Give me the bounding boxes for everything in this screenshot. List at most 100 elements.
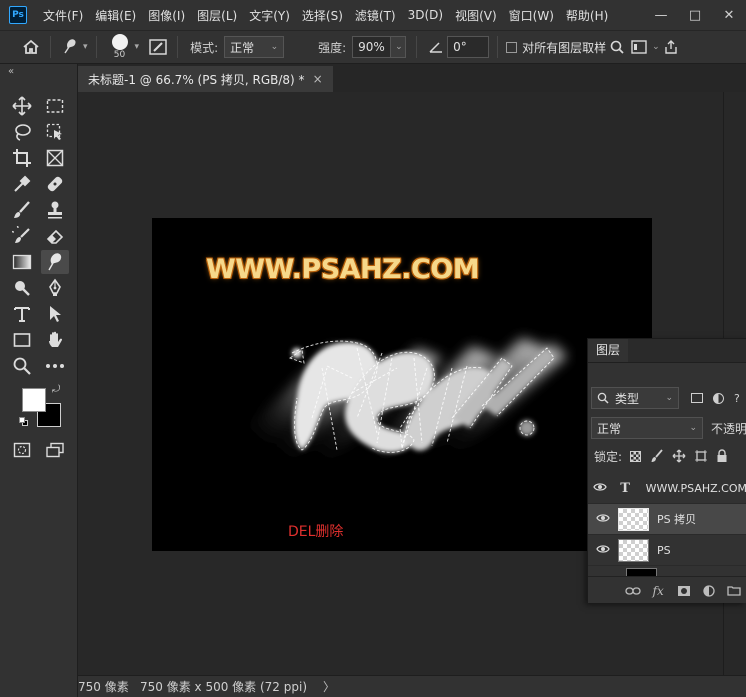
maximize-button[interactable]: □ (678, 8, 712, 23)
eyedropper-tool-icon[interactable] (8, 172, 36, 196)
lock-label: 锁定: (594, 449, 623, 464)
eye-visibility-icon[interactable] (588, 481, 612, 495)
menu-help[interactable]: 帮助(H) (560, 7, 614, 24)
menu-filter[interactable]: 滤镜(T) (349, 7, 402, 24)
rectangle-tool-icon[interactable] (8, 328, 36, 352)
adjustment-layer-icon[interactable] (696, 584, 721, 597)
layer-filter-select[interactable]: 类型 ⌄ (591, 387, 679, 409)
lock-pixels-icon[interactable] (650, 449, 664, 463)
menu-select[interactable]: 选择(S) (296, 7, 349, 24)
gradient-tool-icon[interactable] (8, 250, 36, 274)
swap-colors-icon[interactable]: ⤾ (52, 384, 60, 395)
mode-select[interactable]: 正常 ⌄ (224, 36, 285, 58)
eye-visibility-icon[interactable] (588, 543, 618, 557)
default-colors-icon[interactable] (19, 417, 29, 427)
chevron-down-icon[interactable]: ▾ (83, 42, 88, 52)
menu-edit[interactable]: 编辑(E) (89, 7, 142, 24)
document-tab-title: 未标题-1 @ 66.7% (PS 拷贝, RGB/8) * (88, 72, 305, 87)
brush-size-value: 50 (113, 50, 126, 60)
strength-input[interactable]: 90% (352, 36, 391, 58)
photoshop-logo-icon: Ps (9, 6, 27, 24)
crop-tool-icon[interactable] (8, 146, 36, 170)
menu-type[interactable]: 文字(Y) (243, 7, 296, 24)
lock-artboard-icon[interactable] (694, 449, 708, 463)
hand-tool-icon[interactable] (41, 328, 69, 352)
layer-row-text[interactable]: T WWW.PSAHZ.COM (588, 473, 746, 504)
menu-bar: Ps 文件(F) 编辑(E) 图像(I) 图层(L) 文字(Y) 选择(S) 滤… (0, 0, 746, 30)
add-mask-icon[interactable] (671, 585, 696, 597)
status-menu-arrow[interactable]: 〉 (323, 678, 335, 695)
healing-brush-tool-icon[interactable] (41, 172, 69, 196)
eraser-tool-icon[interactable] (41, 224, 69, 248)
angle-icon (425, 36, 447, 58)
dodge-tool-icon[interactable] (8, 276, 36, 300)
quick-mask-icon[interactable] (8, 438, 36, 462)
sample-all-checkbox[interactable] (506, 41, 518, 53)
zoom-tool-icon[interactable] (8, 354, 36, 378)
history-brush-tool-icon[interactable] (8, 224, 36, 248)
lock-all-icon[interactable] (716, 449, 728, 463)
filter-image-icon[interactable] (691, 393, 703, 403)
strength-dropdown[interactable]: ⌄ (390, 36, 407, 58)
path-selection-tool-icon[interactable] (41, 302, 69, 326)
type-tool-icon[interactable] (8, 302, 36, 326)
fx-icon[interactable]: fx (645, 584, 670, 598)
options-bar: ▾ 50 ▾ 模式: 正常 ⌄ 强度: 90% ⌄ 0° 对所有图层取样 ⌄ (0, 30, 746, 64)
smudge-tool-preset-icon[interactable] (59, 36, 81, 58)
status-zoom[interactable]: 750 像素 (78, 678, 134, 695)
chevron-down-icon: ⌄ (270, 42, 279, 52)
brush-settings-icon[interactable] (147, 36, 169, 58)
document-canvas[interactable]: WWW.PSAHZ.COM DEL删除 (152, 218, 652, 551)
chevron-down-icon[interactable]: ⌄ (652, 42, 660, 52)
object-selection-tool-icon[interactable] (41, 120, 69, 144)
menu-layer[interactable]: 图层(L) (191, 7, 243, 24)
strength-label: 强度: (318, 40, 347, 55)
minimize-button[interactable]: — (644, 8, 678, 23)
menu-file[interactable]: 文件(F) (37, 7, 89, 24)
more-tools-icon[interactable] (41, 354, 69, 378)
eye-visibility-icon[interactable] (588, 512, 618, 526)
menu-view[interactable]: 视图(V) (449, 7, 503, 24)
menu-3d[interactable]: 3D(D) (402, 8, 449, 22)
filter-type-icon[interactable]: ? (734, 392, 740, 405)
pen-tool-icon[interactable] (41, 276, 69, 300)
home-icon[interactable] (20, 36, 42, 58)
frame-tool-icon[interactable] (41, 146, 69, 170)
lock-transparent-icon[interactable] (630, 450, 642, 462)
text-layer-icon: T (620, 480, 630, 496)
link-layers-icon[interactable] (620, 586, 645, 595)
search-icon[interactable] (606, 36, 628, 58)
brush-tool-icon[interactable] (8, 198, 36, 222)
document-tab[interactable]: 未标题-1 @ 66.7% (PS 拷贝, RGB/8) * × (78, 66, 333, 92)
new-group-icon[interactable] (722, 585, 746, 596)
marquee-tool-icon[interactable] (41, 94, 69, 118)
menu-window[interactable]: 窗口(W) (503, 7, 560, 24)
layers-panel: 图层 类型 ⌄ ? 正常 ⌄ 不透明 锁定: T WWW.PSAHZ.COM P… (587, 338, 746, 603)
layer-name: PS (657, 543, 671, 557)
mode-label: 模式: (190, 40, 219, 55)
layer-row[interactable]: PS (588, 535, 746, 566)
chevron-down-icon[interactable]: ▾ (135, 42, 140, 52)
screen-mode-icon[interactable] (41, 438, 69, 462)
close-tab-icon[interactable]: × (313, 72, 323, 86)
smudge-tool-icon[interactable] (41, 250, 69, 274)
foreground-color-swatch[interactable] (22, 388, 46, 412)
brush-tip-icon (111, 34, 128, 50)
move-tool-icon[interactable] (8, 94, 36, 118)
filter-adjustment-icon[interactable] (713, 392, 724, 404)
angle-input[interactable]: 0° (447, 36, 490, 58)
close-window-button[interactable]: ✕ (712, 8, 746, 23)
brush-size-picker[interactable]: 50 (107, 34, 133, 60)
lock-position-icon[interactable] (672, 449, 686, 463)
menu-image[interactable]: 图像(I) (142, 7, 191, 24)
color-swatches: ⤾ (18, 384, 64, 430)
chevron-down-icon: ⌄ (395, 42, 403, 52)
tab-layers[interactable]: 图层 (588, 339, 629, 362)
layer-row-selected[interactable]: PS 拷贝 (588, 504, 746, 535)
share-icon[interactable] (660, 36, 682, 58)
blend-mode-select[interactable]: 正常 ⌄ (591, 417, 703, 439)
collapse-panel-button[interactable]: « (8, 66, 14, 77)
workspace-icon[interactable] (628, 36, 650, 58)
clone-stamp-tool-icon[interactable] (41, 198, 69, 222)
lasso-tool-icon[interactable] (8, 120, 36, 144)
